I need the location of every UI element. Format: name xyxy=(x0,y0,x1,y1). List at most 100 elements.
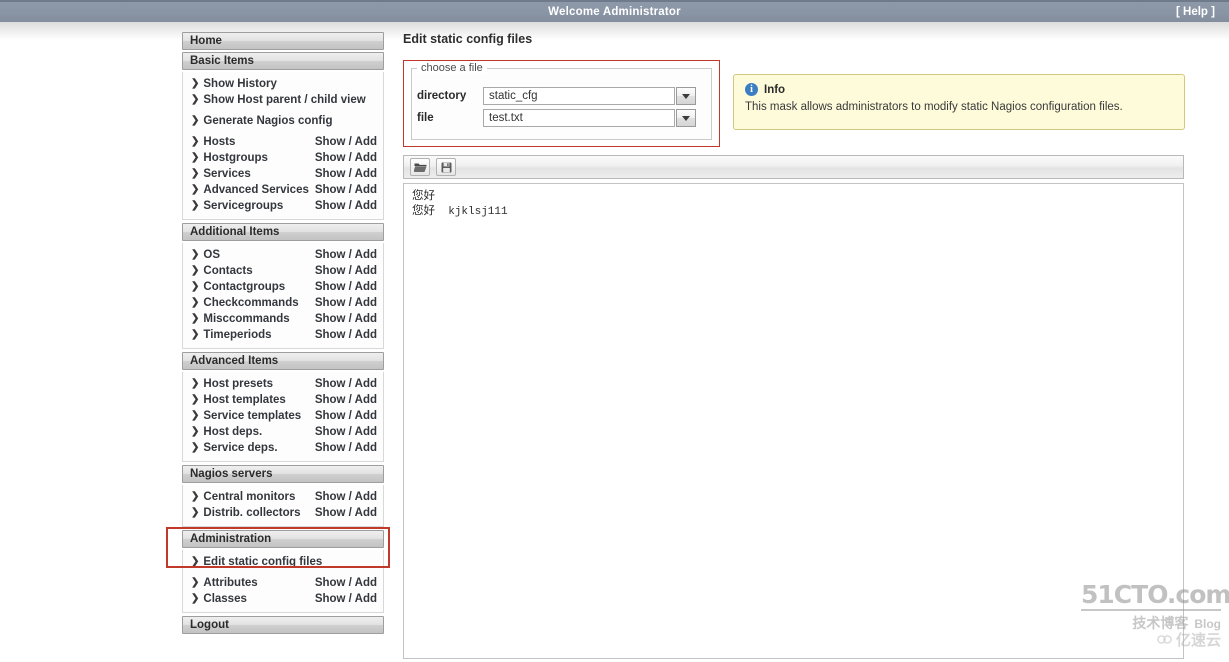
file-editor: 您好 您好 kjklsj111 xyxy=(403,155,1184,659)
sidebar-item-action[interactable]: Show / Add xyxy=(315,507,377,519)
sidebar-item-label: Checkcommands xyxy=(203,297,299,309)
sidebar-header-basic-items[interactable]: Basic Items xyxy=(182,52,384,70)
sidebar-item-contacts[interactable]: ❯ Contacts Show / Add xyxy=(183,263,383,279)
file-select[interactable]: test.txt xyxy=(483,109,696,127)
sidebar-item-label: Generate Nagios config xyxy=(203,115,333,127)
sidebar-item-action[interactable]: Show / Add xyxy=(315,200,377,212)
help-link[interactable]: [ Help ] xyxy=(1176,6,1215,18)
sidebar-item-action[interactable]: Show / Add xyxy=(315,329,377,341)
sidebar-item-host-templates[interactable]: ❯ Host templates Show / Add xyxy=(183,392,383,408)
file-dropdown-arrow-icon[interactable] xyxy=(676,109,696,127)
chevron-right-icon: ❯ xyxy=(191,78,200,89)
sidebar-item-label: Show History xyxy=(203,78,277,90)
sidebar-item-label: Hostgroups xyxy=(203,152,268,164)
editor-text-area[interactable]: 您好 您好 kjklsj111 xyxy=(403,183,1184,659)
sidebar-item-edit-static-config-files[interactable]: ❯ Edit static config files xyxy=(183,554,383,570)
sidebar-item-action[interactable]: Show / Add xyxy=(315,491,377,503)
sidebar-item-attributes[interactable]: ❯ Attributes Show / Add xyxy=(183,575,383,591)
sidebar-item-action[interactable]: Show / Add xyxy=(315,297,377,309)
sidebar-item-action[interactable]: Show / Add xyxy=(315,410,377,422)
sidebar-item-contactgroups[interactable]: ❯ Contactgroups Show / Add xyxy=(183,279,383,295)
sidebar-item-label: Host presets xyxy=(203,378,274,390)
sidebar-item-label: Service deps. xyxy=(203,442,278,454)
sidebar-header-logout[interactable]: Logout xyxy=(182,616,384,634)
sidebar-item-host-presets[interactable]: ❯ Host presets Show / Add xyxy=(183,376,383,392)
sidebar-item-action[interactable]: Show / Add xyxy=(315,168,377,180)
sidebar-item-show-host-parent-child-view[interactable]: ❯ Show Host parent / child view xyxy=(183,92,383,108)
sidebar-header-nagios-servers[interactable]: Nagios servers xyxy=(182,465,384,483)
sidebar-item-services[interactable]: ❯ Services Show / Add xyxy=(183,166,383,182)
sidebar-item-action[interactable]: Show / Add xyxy=(315,442,377,454)
sidebar-item-label: Contactgroups xyxy=(203,281,286,293)
sidebar-item-advanced-services[interactable]: ❯ Advanced Services Show / Add xyxy=(183,182,383,198)
file-value: test.txt xyxy=(489,112,523,124)
sidebar-item-misccommands[interactable]: ❯ Misccommands Show / Add xyxy=(183,311,383,327)
sidebar-item-service-deps-[interactable]: ❯ Service deps. Show / Add xyxy=(183,440,383,456)
sidebar-item-classes[interactable]: ❯ Classes Show / Add xyxy=(183,591,383,607)
sidebar-item-action[interactable]: Show / Add xyxy=(315,313,377,325)
sidebar-item-label: Misccommands xyxy=(203,313,290,325)
chevron-right-icon: ❯ xyxy=(191,329,200,340)
chevron-right-icon: ❯ xyxy=(191,313,200,324)
chevron-right-icon: ❯ xyxy=(191,593,200,604)
directory-value: static_cfg xyxy=(489,90,538,102)
top-bar: Welcome Administrator [ Help ] xyxy=(0,0,1229,22)
sidebar-item-os[interactable]: ❯ OS Show / Add xyxy=(183,247,383,263)
chevron-right-icon: ❯ xyxy=(191,200,200,211)
chevron-right-icon: ❯ xyxy=(191,152,200,163)
sidebar-item-show-history[interactable]: ❯ Show History xyxy=(183,76,383,92)
sidebar-item-action[interactable]: Show / Add xyxy=(315,136,377,148)
sidebar-item-label: Central monitors xyxy=(203,491,296,503)
directory-select[interactable]: static_cfg xyxy=(483,87,696,105)
sidebar-item-timeperiods[interactable]: ❯ Timeperiods Show / Add xyxy=(183,327,383,343)
sidebar-header-administration[interactable]: Administration xyxy=(182,530,384,548)
editor-line-mono: kjklsj111 xyxy=(435,206,508,218)
sidebar-item-label: Classes xyxy=(203,593,247,605)
info-title: Info xyxy=(764,83,786,96)
sidebar-group-logout: Logout xyxy=(182,616,384,634)
sidebar-item-action[interactable]: Show / Add xyxy=(315,378,377,390)
sidebar-item-action[interactable]: Show / Add xyxy=(315,249,377,261)
sidebar-item-action[interactable]: Show / Add xyxy=(315,152,377,164)
sidebar-item-label: OS xyxy=(203,249,221,261)
chevron-right-icon: ❯ xyxy=(191,442,200,453)
sidebar-item-action[interactable]: Show / Add xyxy=(315,265,377,277)
chevron-right-icon: ❯ xyxy=(191,265,200,276)
sidebar-group-home: Home xyxy=(182,32,384,50)
sidebar-item-host-deps-[interactable]: ❯ Host deps. Show / Add xyxy=(183,424,383,440)
sidebar-item-list: ❯ OS Show / Add ❯ Contacts Show / Add ❯ Contact… xyxy=(182,243,384,349)
sidebar-item-checkcommands[interactable]: ❯ Checkcommands Show / Add xyxy=(183,295,383,311)
sidebar-item-service-templates[interactable]: ❯ Service templates Show / Add xyxy=(183,408,383,424)
sidebar-item-list: ❯ Host presets Show / Add ❯ Host templates Sh… xyxy=(182,372,384,462)
chevron-right-icon: ❯ xyxy=(191,378,200,389)
sidebar-group-administration: Administration ❯ Edit static config files ❯… xyxy=(166,527,390,613)
sidebar-item-action[interactable]: Show / Add xyxy=(315,593,377,605)
sidebar-item-servicegroups[interactable]: ❯ Servicegroups Show / Add xyxy=(183,198,383,214)
sidebar-item-action[interactable]: Show / Add xyxy=(315,281,377,293)
sidebar-item-generate-nagios-config[interactable]: ❯ Generate Nagios config xyxy=(183,113,383,129)
file-label: file xyxy=(417,112,434,124)
sidebar-item-label: Host deps. xyxy=(203,426,263,438)
sidebar-item-action[interactable]: Show / Add xyxy=(315,394,377,406)
sidebar-item-central-monitors[interactable]: ❯ Central monitors Show / Add xyxy=(183,489,383,505)
sidebar-item-distrib-collectors[interactable]: ❯ Distrib. collectors Show / Add xyxy=(183,505,383,521)
sidebar-header-home[interactable]: Home xyxy=(182,32,384,50)
directory-dropdown-arrow-icon[interactable] xyxy=(676,87,696,105)
sidebar-item-label: Service templates xyxy=(203,410,302,422)
sidebar-item-action[interactable]: Show / Add xyxy=(315,577,377,589)
sidebar-item-hosts[interactable]: ❯ Hosts Show / Add xyxy=(183,134,383,150)
sidebar-item-list: ❯ Edit static config files ❯ Attributes Show… xyxy=(182,550,384,613)
chevron-right-icon: ❯ xyxy=(191,577,200,588)
sidebar-header-advanced-items[interactable]: Advanced Items xyxy=(182,352,384,370)
chevron-right-icon: ❯ xyxy=(191,426,200,437)
sidebar-item-hostgroups[interactable]: ❯ Hostgroups Show / Add xyxy=(183,150,383,166)
editor-line: 您好 kjklsj111 xyxy=(412,204,1175,220)
save-disk-icon[interactable] xyxy=(436,158,456,176)
chevron-right-icon: ❯ xyxy=(191,249,200,260)
sidebar-item-label: Advanced Services xyxy=(203,184,309,196)
sidebar-item-action[interactable]: Show / Add xyxy=(315,184,377,196)
sidebar-header-additional-items[interactable]: Additional Items xyxy=(182,223,384,241)
sidebar-item-label: Attributes xyxy=(203,577,258,589)
sidebar-item-action[interactable]: Show / Add xyxy=(315,426,377,438)
open-folder-icon[interactable] xyxy=(410,158,430,176)
